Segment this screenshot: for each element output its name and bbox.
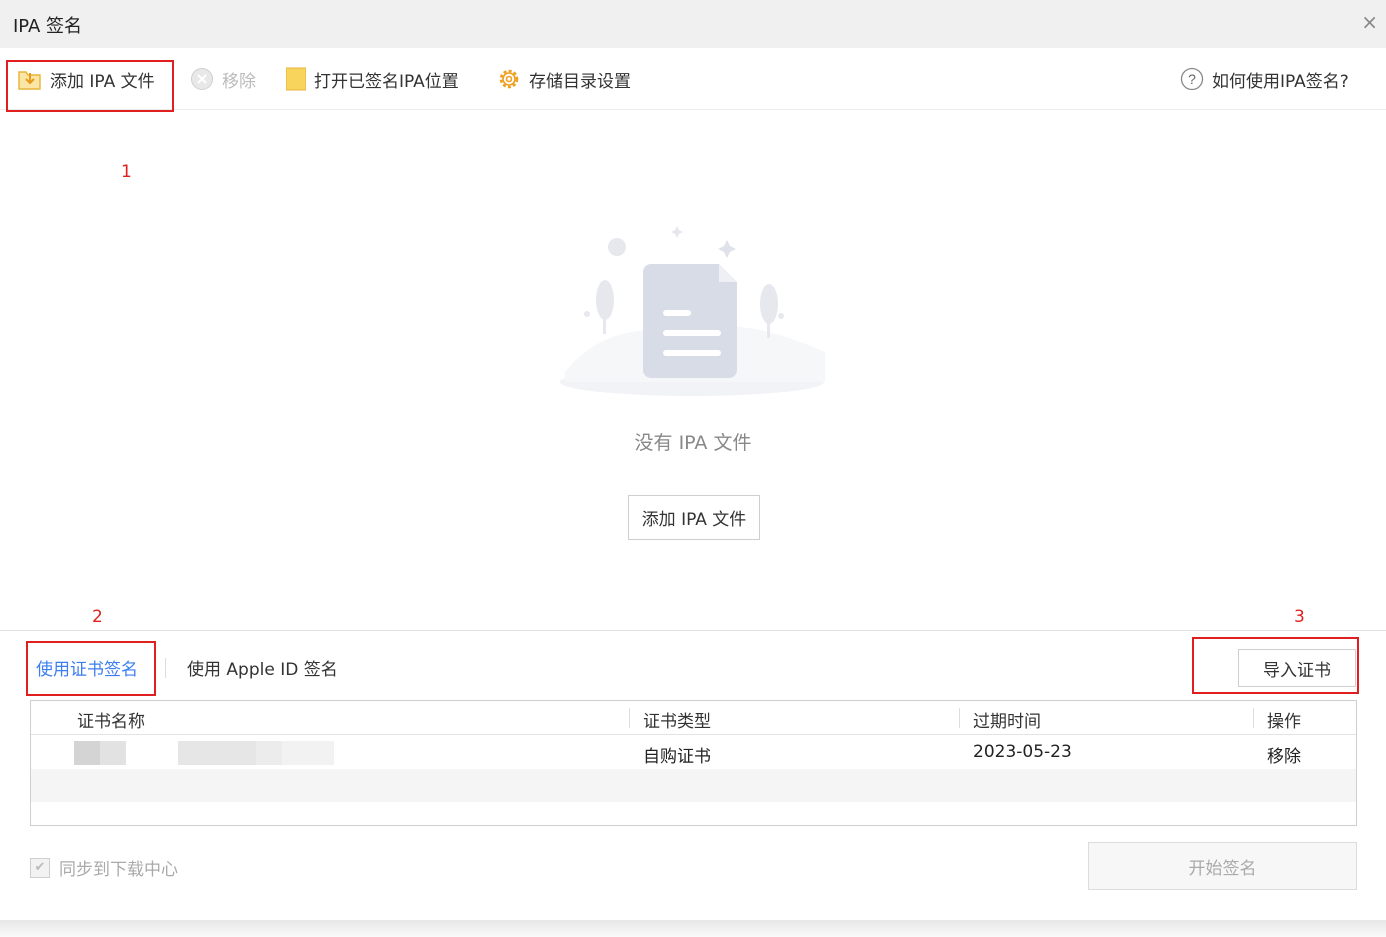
header-separator bbox=[959, 708, 960, 728]
circle-x-icon bbox=[190, 67, 214, 91]
sync-label: 同步到下载中心 bbox=[59, 860, 178, 880]
header-cert-name: 证书名称 bbox=[77, 712, 145, 732]
open-signed-folder-button[interactable]: 打开已签名IPA位置 bbox=[286, 66, 459, 92]
tab-apple-id-sign[interactable]: 使用 Apple ID 签名 bbox=[187, 655, 338, 680]
redacted-cert-name bbox=[100, 741, 126, 765]
open-signed-folder-label: 打开已签名IPA位置 bbox=[314, 71, 459, 92]
section-divider bbox=[0, 630, 1386, 631]
cell-cert-type: 自购证书 bbox=[643, 747, 711, 767]
table-row[interactable]: 自购证书 2023-05-23 移除 bbox=[31, 736, 1356, 769]
question-circle-icon: ? bbox=[1180, 67, 1204, 91]
highlight-box-import bbox=[1192, 637, 1359, 694]
annotation-1: 1 bbox=[121, 162, 132, 182]
redacted-cert-name bbox=[282, 741, 334, 765]
empty-table-row bbox=[31, 769, 1356, 802]
certificate-table: 证书名称 证书类型 过期时间 操作 自购证书 2023-05-23 移除 bbox=[30, 700, 1357, 826]
gear-icon bbox=[497, 67, 521, 91]
header-action: 操作 bbox=[1267, 712, 1301, 732]
redacted-cert-name bbox=[178, 741, 256, 765]
storage-settings-button[interactable]: 存储目录设置 bbox=[497, 66, 631, 92]
header-separator bbox=[629, 708, 630, 728]
header-separator bbox=[1253, 708, 1254, 728]
header-expiry: 过期时间 bbox=[973, 712, 1041, 732]
add-ipa-center-button[interactable]: 添加 IPA 文件 bbox=[628, 495, 760, 540]
annotation-2: 2 bbox=[92, 607, 103, 627]
highlight-box-cert-tab bbox=[26, 641, 156, 696]
toolbar: 添加 IPA 文件 移除 打开已签名IPA位置 存储目录设置 ? 如何使用IPA… bbox=[0, 48, 1386, 110]
redacted-cert-name bbox=[256, 741, 282, 765]
title-bar: IPA 签名 × bbox=[0, 0, 1386, 48]
svg-text:?: ? bbox=[1188, 71, 1196, 87]
highlight-box-add bbox=[6, 60, 174, 112]
help-link[interactable]: ? 如何使用IPA签名? bbox=[1180, 66, 1349, 92]
close-icon[interactable]: × bbox=[1361, 10, 1378, 34]
empty-state-message: 没有 IPA 文件 bbox=[634, 432, 752, 454]
start-signing-button[interactable]: 开始签名 bbox=[1088, 842, 1357, 890]
window-title: IPA 签名 bbox=[13, 16, 83, 37]
remove-button[interactable]: 移除 bbox=[190, 66, 256, 92]
redacted-cert-name bbox=[74, 741, 100, 765]
cell-expiry: 2023-05-23 bbox=[973, 742, 1072, 762]
annotation-3: 3 bbox=[1294, 607, 1305, 627]
empty-document-illustration bbox=[555, 222, 835, 406]
remove-label: 移除 bbox=[222, 71, 256, 92]
table-header: 证书名称 证书类型 过期时间 操作 bbox=[31, 701, 1356, 735]
checkbox-checked-icon: ✔ bbox=[30, 857, 50, 878]
tab-separator bbox=[165, 658, 166, 678]
folder-icon bbox=[286, 67, 306, 91]
help-label: 如何使用IPA签名? bbox=[1212, 71, 1349, 92]
remove-cert-link[interactable]: 移除 bbox=[1267, 742, 1301, 767]
header-cert-type: 证书类型 bbox=[643, 712, 711, 732]
ipa-sign-window: IPA 签名 × 添加 IPA 文件 移除 打开已签名IPA位置 存储目录设置 … bbox=[0, 0, 1386, 920]
window-shadow bbox=[0, 920, 1386, 937]
storage-settings-label: 存储目录设置 bbox=[529, 71, 631, 92]
sync-download-center-checkbox[interactable]: ✔ 同步到下载中心 bbox=[30, 855, 178, 880]
